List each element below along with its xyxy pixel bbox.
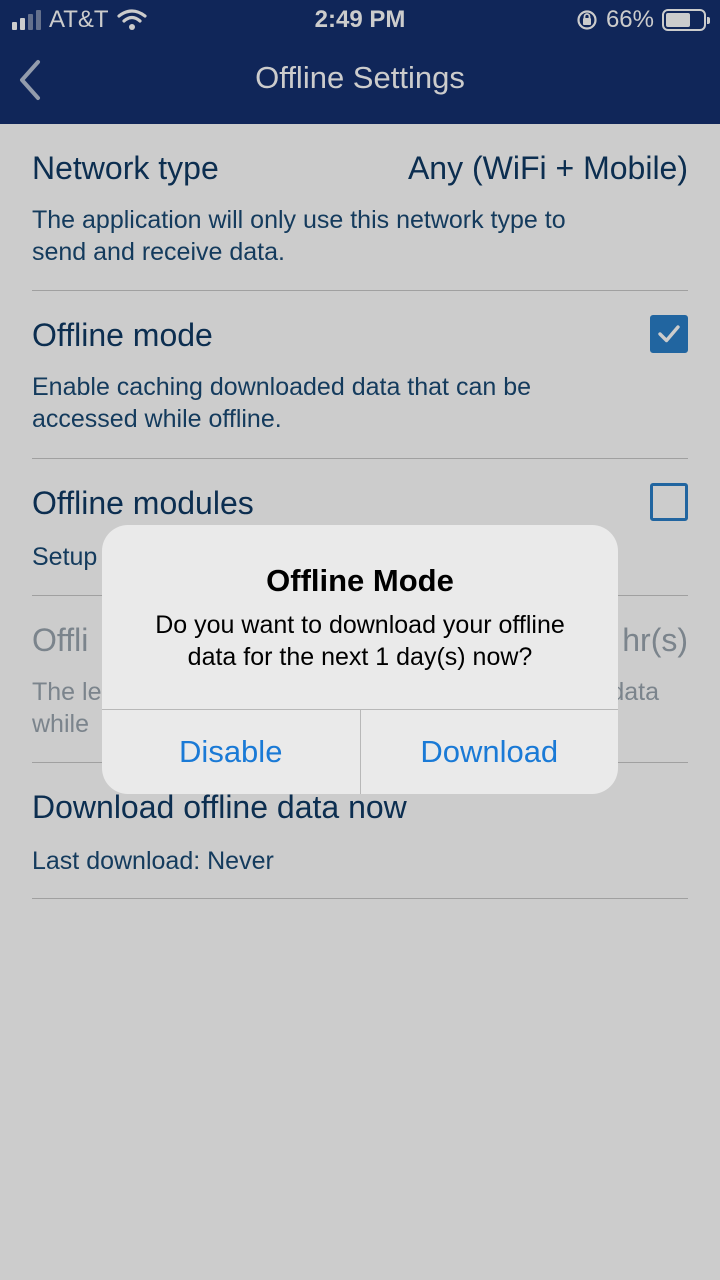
offline-mode-alert: Offline Mode Do you want to download you… <box>102 525 618 794</box>
disable-button[interactable]: Disable <box>102 710 360 794</box>
alert-button-row: Disable Download <box>102 709 618 794</box>
alert-title: Offline Mode <box>266 563 454 598</box>
download-button[interactable]: Download <box>359 710 619 794</box>
alert-message: Do you want to download your offline dat… <box>155 611 565 671</box>
